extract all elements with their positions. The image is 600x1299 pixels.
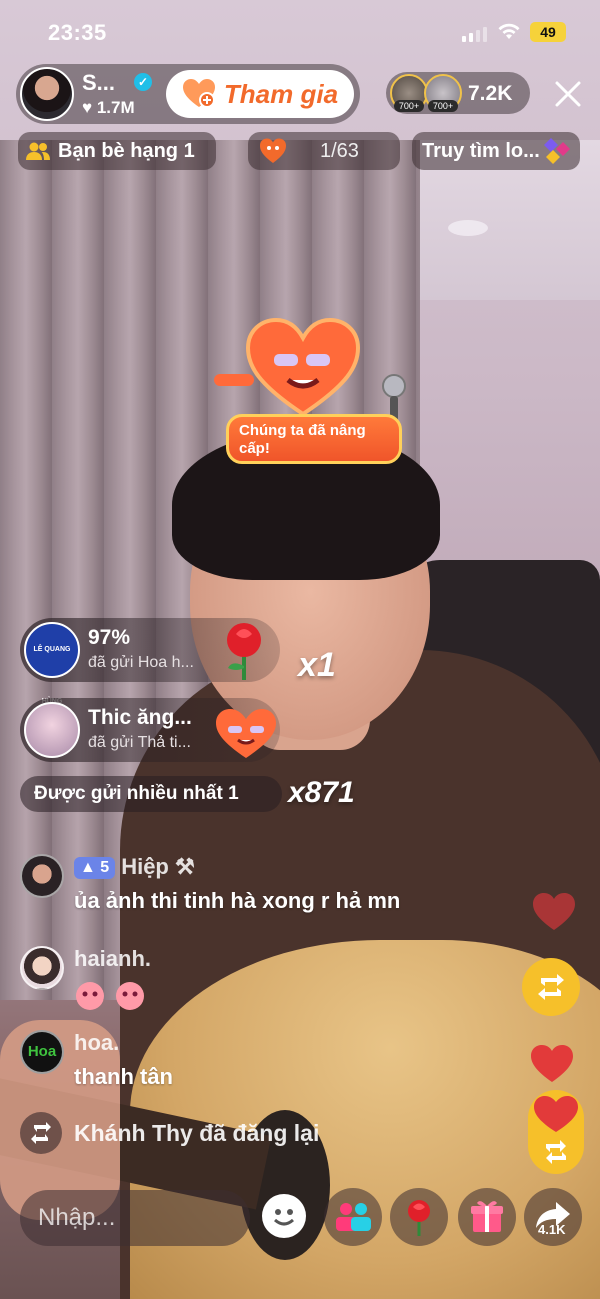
search-task-label: Truy tìm lo... xyxy=(422,139,540,162)
gems-icon xyxy=(544,138,570,164)
commenter-avatar[interactable] xyxy=(20,854,64,898)
gift-description: đã gửi Hoa h... xyxy=(88,654,194,671)
join-label: Tham gia xyxy=(223,78,339,109)
heart-mascot-icon xyxy=(245,318,361,417)
search-task-chip[interactable]: Truy tìm lo... xyxy=(412,132,580,170)
cellular-signal-icon xyxy=(462,26,487,42)
friends-rank-chip[interactable]: Bạn bè hạng 1 xyxy=(18,132,216,170)
viewer-list[interactable]: 700+ 700+ 7.2K xyxy=(386,72,530,114)
clock: 23:35 xyxy=(48,20,107,45)
rose-gift-button[interactable] xyxy=(390,1188,448,1246)
comment-text: ủa ảnh thi tinh hà xong r hả mn xyxy=(74,888,401,913)
emoji-icon xyxy=(274,1209,294,1226)
battery-indicator: 49 xyxy=(530,22,566,42)
emoji-button[interactable] xyxy=(262,1194,306,1238)
share-button[interactable] xyxy=(524,1188,582,1246)
share-count: 4.1K xyxy=(538,1222,566,1237)
wifi-icon xyxy=(498,23,520,39)
rose-icon xyxy=(408,1200,430,1236)
friends-icon xyxy=(26,142,50,160)
gift-sender-avatar[interactable] xyxy=(24,702,80,758)
most-sent-banner: Được gửi nhiều nhất 1 xyxy=(20,776,282,812)
status-bar: 23:35 49 xyxy=(0,0,600,64)
heart-repost-float xyxy=(528,1090,584,1174)
ceiling-lamp xyxy=(448,220,488,236)
viewer-avatar[interactable]: 700+ xyxy=(390,74,428,112)
ranking-chip[interactable]: 1/63 xyxy=(248,132,400,170)
share-arrow-icon xyxy=(536,1202,570,1228)
host-info[interactable]: S... ✓ ♥ 1.7M Tham gia xyxy=(16,64,360,124)
guests-icon xyxy=(336,1203,371,1231)
upgrade-sticker[interactable]: Chúng ta đã nâng cấp! xyxy=(214,318,414,468)
gift-box-icon xyxy=(471,1201,503,1232)
commenter-name[interactable]: ▲ 5 Hiệp ⚒ xyxy=(74,854,195,880)
viewer-badge: 700+ xyxy=(428,100,458,112)
comment-stickers xyxy=(74,978,174,1014)
host-name[interactable]: S... xyxy=(82,70,115,96)
comment-input[interactable]: Nhập... xyxy=(20,1190,250,1246)
gift-button[interactable] xyxy=(458,1188,516,1246)
mascot-arm-icon xyxy=(214,374,254,386)
friends-rank-label: Bạn bè hạng 1 xyxy=(58,139,195,162)
rank-heart-icon xyxy=(260,138,286,163)
upgrade-label: Chúng ta đã nâng cấp! xyxy=(226,414,402,464)
comment-text: thanh tân xyxy=(74,1064,173,1089)
guests-button[interactable] xyxy=(324,1188,382,1246)
host-likes: ♥ 1.7M xyxy=(82,98,135,117)
host-avatar[interactable] xyxy=(20,67,74,121)
repost-icon xyxy=(20,1112,62,1154)
verified-icon: ✓ xyxy=(134,73,152,91)
gift-description: đã gửi Thả ti... xyxy=(88,734,191,751)
heart-repost-icon xyxy=(534,1096,578,1164)
pink-face-icons xyxy=(76,982,144,1010)
floating-heart-icon xyxy=(533,893,575,930)
commenter-avatar[interactable]: Hoa xyxy=(20,1030,64,1074)
viewer-badge: 700+ xyxy=(394,100,424,112)
gift-sender-name: 97% xyxy=(88,626,131,649)
rose-icon xyxy=(227,623,261,680)
heart-mascot-gift-icon xyxy=(216,709,276,758)
gift-sender-name: Thic ăng... xyxy=(88,706,192,729)
close-icon[interactable] xyxy=(552,80,584,108)
viewer-avatar[interactable]: 700+ xyxy=(424,74,462,112)
repost-button[interactable] xyxy=(522,958,580,1016)
commenter-name[interactable]: haianh. xyxy=(74,946,151,972)
commenter-avatar[interactable] xyxy=(20,946,64,990)
repost-text: Khánh Thy đã đăng lại xyxy=(74,1120,320,1146)
gift-multiplier: x1 xyxy=(298,646,336,684)
repost-arrows-icon xyxy=(538,974,564,1000)
viewer-count[interactable]: 7.2K xyxy=(468,82,512,106)
join-button[interactable]: Tham gia xyxy=(166,70,354,118)
gift-sender-avatar[interactable]: LÊ QUANG HÙNG xyxy=(24,622,80,705)
commenter-name[interactable]: hoa. xyxy=(74,1030,119,1056)
tools-icon: ⚒ xyxy=(175,854,195,879)
heart-plus-icon xyxy=(182,79,215,108)
rank-position: 1/63 xyxy=(320,140,359,162)
floating-heart-icon xyxy=(531,1045,573,1082)
most-sent-multiplier: x871 xyxy=(288,776,355,809)
level-badge: ▲ 5 xyxy=(74,857,116,879)
